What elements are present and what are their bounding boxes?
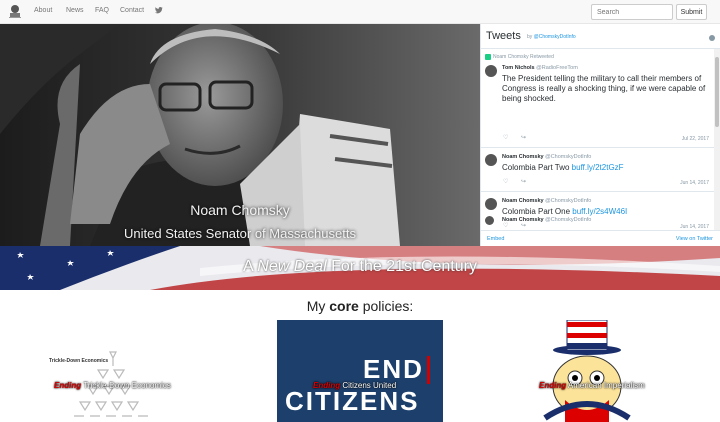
uncle-sam-image [543,320,631,422]
hero-image: Noam Chomsky United States Senator of Ma… [0,24,480,246]
twitter-timeline: Tweets by @ChomskyDotInfo Noam Chomsky R… [480,24,720,246]
nav-link-faq[interactable]: FAQ [95,7,109,14]
tweet-text: The President telling the military to ca… [502,74,706,103]
share-icon[interactable]: ↪ [521,134,526,141]
new-deal-banner: A New Deal For the 21st Century [0,246,720,290]
author-handle: @ChomskyDotInfo [545,154,592,160]
retweet-icon [485,54,491,60]
timeline-title: Tweets [486,30,521,42]
policy-caption: Ending Trickle-Down Economics [54,381,171,390]
author-handle: @ChomskyDotInfo [545,217,592,223]
info-icon[interactable] [709,35,715,41]
policy-caption: Ending Citizens United [313,381,396,390]
nav-link-about[interactable]: About [34,7,52,14]
author-handle: @ChomskyDotInfo [545,198,592,204]
tweet-date[interactable]: Jun 14, 2017 [680,180,709,186]
byline-prefix: by [527,34,533,40]
tweet-text: Colombia Part Two buff.ly/2t2tGzF [502,163,712,173]
submit-button[interactable]: Submit [676,4,707,20]
caption-rest: Trickle-Down Economics [83,381,171,390]
twitter-icon[interactable] [155,6,163,14]
hero-title: United States Senator of Massachusetts [124,226,356,241]
navbar: About News FAQ Contact Submit [0,0,720,24]
banner-em: New Deal [257,258,327,275]
caption-ending: Ending [313,381,341,390]
author-name: Noam Chomsky [502,154,544,160]
embed-link[interactable]: Embed [487,236,504,242]
timeline-byline: by @ChomskyDotInfo [527,34,576,40]
tweet-body: Colombia Part Two [502,163,570,172]
policy-citizens-united[interactable]: END CITIZENS Ending Citizens United [277,320,443,422]
retweet-label: Noam Chomsky Retweeted [493,54,554,60]
tweet-author[interactable]: Tom Nichols @RadioFreeTom [502,65,578,71]
banner-post: For the 21st Century [331,258,477,275]
banner-text: A New Deal For the 21st Century [0,258,720,276]
scrollbar-thumb[interactable] [715,57,719,127]
avatar[interactable] [485,65,497,77]
share-icon[interactable]: ↪ [521,178,526,185]
like-icon[interactable]: ♡ [503,178,508,185]
caption-ending: Ending [539,381,567,390]
policies-heading: My core policies: [0,298,720,314]
timeline-footer: Embed View on Twitter [481,230,720,246]
image-label: Trickle-Down Economics [49,358,109,364]
champagne-tower-image [74,351,148,417]
poster-citizens: CITIZENS [285,386,420,416]
author-handle: @RadioFreeTom [536,65,578,71]
banner-pre: A [243,258,253,275]
view-on-twitter-link[interactable]: View on Twitter [676,236,713,242]
nav-link-news[interactable]: News [66,7,84,14]
policy-trickle-down[interactable]: Trickle-Down Economics Ending Trickle-Do… [40,320,200,422]
caption-rest: Citizens United [342,381,397,390]
tweet-author[interactable]: Noam Chomsky @ChomskyDotInfo [502,198,591,204]
like-icon[interactable]: ♡ [503,134,508,141]
author-name: Noam Chomsky [502,217,544,223]
byline-handle[interactable]: @ChomskyDotInfo [534,34,576,40]
poster-bar [427,356,430,384]
author-name: Tom Nichols [502,65,535,71]
brand-logo[interactable] [7,3,23,20]
hero-name: Noam Chomsky [190,202,290,218]
tweet-item[interactable]: Noam Chomsky @ChomskyDotInfo Colombia Pa… [481,148,715,192]
avatar[interactable] [485,198,497,210]
policy-caption: Ending American Imperialism [539,381,645,390]
heading-pre: My [306,298,326,314]
author-name: Noam Chomsky [502,198,544,204]
timeline-scrollbar[interactable] [714,49,720,230]
search-input[interactable] [591,4,673,20]
tweet-author[interactable]: Noam Chomsky @ChomskyDotInfo [502,154,591,160]
caption-ending: Ending [54,381,82,390]
avatar[interactable] [485,154,497,166]
tweet-item[interactable]: Noam Chomsky Retweeted Tom Nichols @Radi… [481,49,715,148]
heading-post: policies: [362,298,414,314]
caption-rest: American Imperialism [567,381,645,390]
heading-bold: core [329,298,359,314]
nav-link-contact[interactable]: Contact [120,7,144,14]
policy-imperialism[interactable]: Ending American Imperialism [525,320,685,422]
tweet-author[interactable]: Noam Chomsky @ChomskyDotInfo [502,217,591,223]
tweet-link[interactable]: buff.ly/2t2tGzF [572,163,624,172]
avatar[interactable] [485,216,494,225]
tweet-date[interactable]: Jul 22, 2017 [682,136,709,142]
